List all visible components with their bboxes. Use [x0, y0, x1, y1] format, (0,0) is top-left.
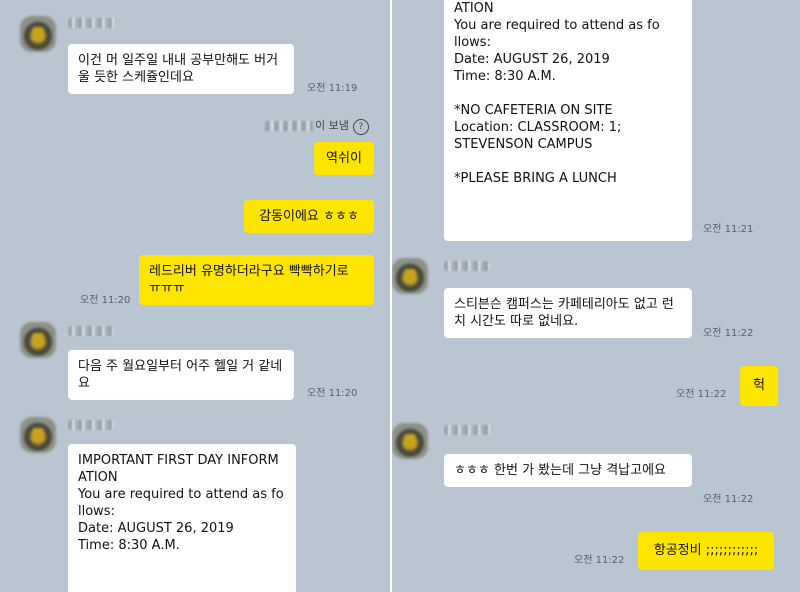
- message-line: Date: AUGUST 26, 2019: [78, 521, 234, 536]
- sender-avatar[interactable]: [392, 423, 428, 459]
- my-message-bubble[interactable]: 역쉬이: [314, 142, 374, 175]
- blurred-name: [265, 121, 313, 131]
- help-icon[interactable]: ?: [352, 119, 369, 135]
- message-bubble[interactable]: IMPORTANT FIRST DAY INFORM ATION You are…: [68, 444, 296, 592]
- sender-avatar[interactable]: [20, 322, 56, 358]
- message-line: You are required to attend as fo: [78, 487, 284, 502]
- message-line: [454, 85, 682, 102]
- message-bubble[interactable]: ATION You are required to attend as fo l…: [444, 0, 692, 241]
- message-line: [454, 153, 682, 170]
- my-message-bubble[interactable]: 항공정비 ;;;;;;;;;;;;: [638, 532, 774, 570]
- message-line: llows:: [454, 35, 491, 50]
- message-line: llows:: [78, 504, 115, 519]
- message-time: 오전 11:20: [307, 388, 358, 399]
- message-bubble[interactable]: 이건 머 일주일 내내 공부만해도 버거울 듯한 스케쥴인데요: [68, 44, 294, 94]
- message-time: 오전 11:22: [676, 389, 727, 400]
- blurred-sender-name: [68, 18, 116, 28]
- message-line: Date: AUGUST 26, 2019: [454, 52, 610, 67]
- my-message-bubble[interactable]: 헉: [740, 366, 778, 406]
- message-bubble[interactable]: ㅎㅎㅎ 한번 가 봤는데 그냥 격납고에요: [444, 454, 692, 487]
- message-line: IMPORTANT FIRST DAY INFORM: [78, 453, 279, 468]
- message-line: Location: CLASSROOM: 1;: [454, 120, 622, 135]
- message-line: ATION: [78, 470, 118, 485]
- message-time: 오전 11:22: [574, 555, 625, 566]
- blurred-sender-name: [68, 420, 114, 430]
- message-line: STEVENSON CAMPUS: [454, 137, 593, 152]
- left-chat-panel: 이건 머 일주일 내내 공부만해도 버거울 듯한 스케쥴인데요 오전 11:19…: [0, 0, 390, 592]
- message-bubble[interactable]: 다음 주 월요일부터 어주 헬일 거 같네요: [68, 350, 294, 400]
- blurred-sender-name: [68, 326, 114, 336]
- right-chat-panel: ATION You are required to attend as fo l…: [392, 0, 800, 592]
- my-message-bubble[interactable]: 레드리버 유명하더라구요 빡빡하기로 ㅠㅠㅠ: [139, 255, 374, 305]
- message-time: 오전 11:19: [307, 83, 358, 94]
- message-time: 오전 11:20: [80, 295, 131, 306]
- my-message-bubble[interactable]: 감동이에요 ㅎㅎㅎ: [244, 200, 374, 233]
- blurred-sender-name: [444, 425, 492, 435]
- sender-avatar[interactable]: [392, 258, 428, 294]
- message-line: Time: 8:30 A.M.: [454, 69, 556, 84]
- message-line: Time: 8:30 A.M.: [78, 538, 180, 553]
- sent-by-notice: 이 보냄?: [265, 117, 369, 135]
- message-time: 오전 11:22: [703, 494, 754, 505]
- message-line: ATION: [454, 1, 494, 16]
- sent-by-text: 이 보냄: [315, 119, 349, 132]
- message-time: 오전 11:22: [703, 328, 754, 339]
- message-line: You are required to attend as fo: [454, 18, 660, 33]
- sender-avatar[interactable]: [20, 16, 56, 52]
- message-line: *PLEASE BRING A LUNCH: [454, 171, 617, 186]
- message-bubble[interactable]: 스티븐슨 캠퍼스는 카페테리아도 없고 런치 시간도 따로 없네요.: [444, 288, 692, 338]
- sender-avatar[interactable]: [20, 417, 56, 453]
- blurred-sender-name: [444, 261, 490, 271]
- message-time: 오전 11:21: [703, 224, 754, 235]
- message-line: *NO CAFETERIA ON SITE: [454, 103, 613, 118]
